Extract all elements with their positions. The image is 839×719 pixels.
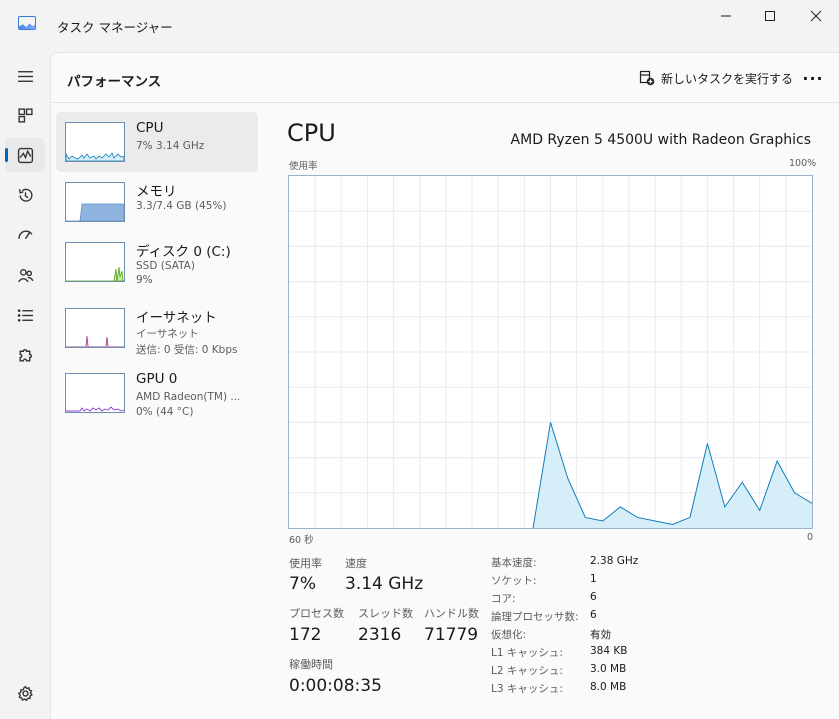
threads-label: スレッド数 (358, 607, 413, 620)
cpu-model-name: AMD Ryzen 5 4500U with Radeon Graphics (510, 132, 811, 148)
resource-detail: イーサネット (136, 328, 199, 340)
minimize-icon (721, 15, 731, 17)
more-options-button[interactable]: ··· (799, 65, 827, 91)
resource-name: ディスク 0 (C:) (136, 244, 231, 260)
ethernet-thumbnail-graph (65, 308, 125, 348)
spec-value-logical-processors: 6 (590, 609, 597, 621)
resource-detail: AMD Radeon(TM) ... (136, 391, 241, 403)
handles-label: ハンドル数 (424, 607, 479, 620)
spec-label-l2-cache: L2 キャッシュ: (491, 665, 563, 677)
main-content: パフォーマンス 新しいタスクを実行する ··· CPU 7% 3.14 GHz … (50, 52, 839, 719)
hamburger-icon (17, 70, 33, 82)
run-task-icon (639, 70, 655, 86)
minimize-button[interactable] (703, 0, 749, 32)
disk-thumbnail-graph (65, 242, 125, 282)
maximize-button[interactable] (747, 0, 793, 32)
usage-label: 使用率 (289, 557, 322, 570)
spec-value-l2-cache: 3.0 MB (590, 663, 627, 675)
spec-value-cores: 6 (590, 591, 597, 603)
spec-label-cores: コア: (491, 593, 516, 605)
nav-app-history[interactable] (5, 178, 45, 212)
window-title: タスク マネージャー (57, 20, 173, 35)
list-icon (17, 308, 33, 322)
processes-icon (17, 107, 33, 123)
gpu-thumbnail-graph (65, 373, 125, 413)
spec-label-sockets: ソケット: (491, 575, 537, 587)
graph-y-label: 使用率 (289, 161, 318, 172)
history-icon (18, 188, 33, 202)
spec-value-l3-cache: 8.0 MB (590, 681, 627, 693)
graph-y-max-label: 100% (789, 158, 817, 169)
speed-label: 速度 (345, 557, 367, 570)
resource-detail-2: 9% (136, 274, 153, 286)
spec-label-l3-cache: L3 キャッシュ: (491, 683, 563, 695)
nav-rail (0, 52, 50, 719)
title-bar: タスク マネージャー (0, 0, 839, 52)
spec-value-virtualization: 有効 (590, 629, 611, 641)
graph-x-left-label: 60 秒 (289, 535, 314, 546)
usage-value: 7% (289, 574, 316, 594)
spec-label-base-speed: 基本速度: (491, 557, 537, 569)
resource-disk[interactable]: ディスク 0 (C:) SSD (SATA) 9% (56, 232, 258, 292)
task-manager-icon (18, 16, 36, 30)
spec-label-logical-processors: 論理プロセッサ数: (491, 611, 579, 623)
handles-value: 71779 (424, 625, 479, 645)
puzzle-icon (18, 348, 32, 362)
resource-detail: SSD (SATA) (136, 260, 195, 272)
resource-detail: 3.3/7.4 GB (45%) (136, 200, 227, 212)
graph-x-right-label: 0 (807, 532, 814, 543)
nav-performance[interactable] (5, 138, 45, 172)
processes-label: プロセス数 (289, 607, 344, 620)
nav-services[interactable] (5, 338, 45, 372)
close-button[interactable] (793, 0, 839, 32)
resource-ethernet[interactable]: イーサネット イーサネット 送信: 0 受信: 0 Kbps (56, 298, 258, 358)
resource-name: メモリ (136, 184, 177, 200)
gear-icon (17, 685, 33, 701)
resource-cpu[interactable]: CPU 7% 3.14 GHz (56, 112, 258, 172)
cpu-usage-area (533, 422, 812, 528)
resource-name: GPU 0 (136, 371, 178, 387)
threads-value: 2316 (358, 625, 402, 645)
nav-settings[interactable] (5, 676, 45, 710)
resource-gpu[interactable]: GPU 0 AMD Radeon(TM) ... 0% (44 °C) (56, 363, 258, 423)
uptime-value: 0:00:08:35 (289, 676, 382, 696)
hamburger-menu-button[interactable] (5, 59, 45, 93)
processes-value: 172 (289, 625, 322, 645)
nav-details[interactable] (5, 298, 45, 332)
performance-icon (17, 147, 33, 163)
resource-memory[interactable]: メモリ 3.3/7.4 GB (45%) (56, 172, 258, 232)
spec-value-l1-cache: 384 KB (590, 645, 628, 657)
close-icon (810, 10, 822, 22)
memory-thumbnail-graph (65, 182, 125, 222)
resource-name: CPU (136, 120, 164, 136)
spec-label-virtualization: 仮想化: (491, 629, 527, 641)
page-title: パフォーマンス (67, 74, 162, 90)
resource-detail: 7% 3.14 GHz (136, 140, 205, 152)
cpu-usage-chart (289, 176, 812, 528)
users-icon (17, 268, 34, 282)
resource-detail-2: 送信: 0 受信: 0 Kbps (136, 344, 238, 356)
page-header: パフォーマンス 新しいタスクを実行する ··· (51, 53, 839, 103)
run-task-label: 新しいタスクを実行する (661, 71, 794, 86)
nav-startup-apps[interactable] (5, 218, 45, 252)
cpu-usage-graph (288, 175, 813, 529)
maximize-icon (765, 11, 775, 21)
spec-value-base-speed: 2.38 GHz (590, 555, 639, 567)
run-new-task-button[interactable]: 新しいタスクを実行する (639, 68, 793, 88)
cpu-thumbnail-graph (65, 122, 125, 162)
spec-value-sockets: 1 (590, 573, 597, 585)
nav-processes[interactable] (5, 98, 45, 132)
speedometer-icon (17, 230, 32, 239)
detail-title: CPU (287, 119, 336, 147)
spec-label-l1-cache: L1 キャッシュ: (491, 647, 563, 659)
resource-detail-2: 0% (44 °C) (136, 406, 194, 418)
speed-value: 3.14 GHz (345, 574, 424, 594)
uptime-label: 稼働時間 (289, 658, 333, 671)
nav-users[interactable] (5, 258, 45, 292)
resource-name: イーサネット (136, 310, 217, 326)
